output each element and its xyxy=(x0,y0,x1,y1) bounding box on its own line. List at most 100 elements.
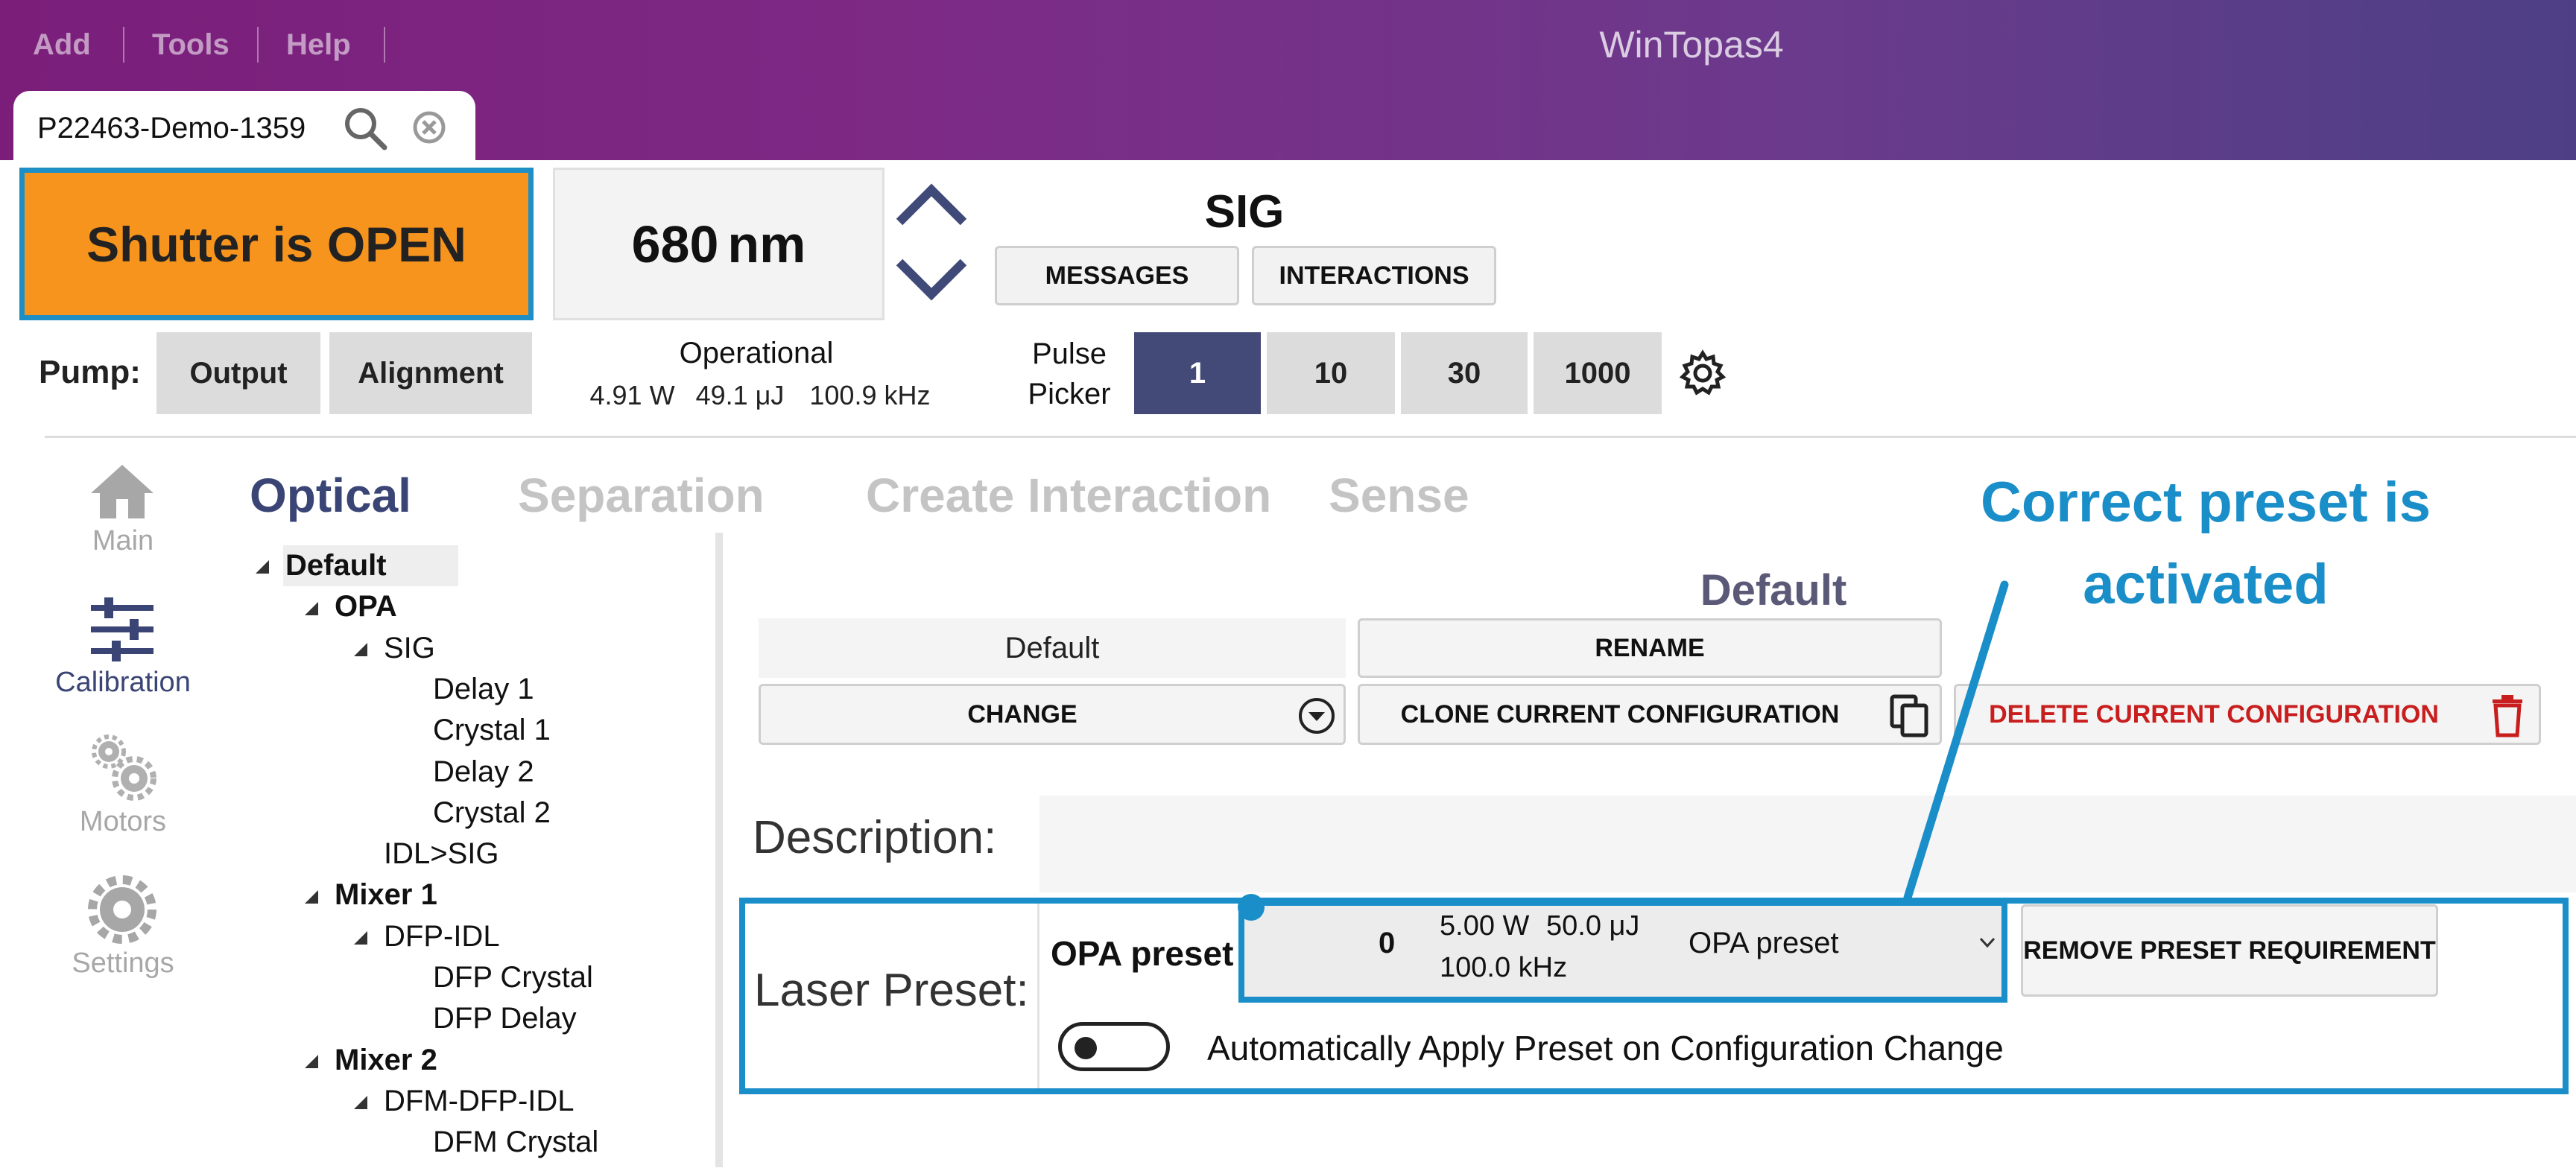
tab-create-interaction[interactable]: Create Interaction xyxy=(866,466,1271,525)
tree-node[interactable]: DFP Delay xyxy=(403,998,577,1039)
description-label: Description: xyxy=(753,812,997,863)
tree-node[interactable]: Mixer 1 xyxy=(305,875,437,915)
menu-separator xyxy=(257,27,259,63)
clone-configuration-button[interactable]: CLONE CURRENT CONFIGURATION xyxy=(1358,684,1942,745)
menu-separator xyxy=(384,27,385,63)
tree-node-label: Mixer 2 xyxy=(335,1043,437,1076)
annotation-pointer-dot xyxy=(1238,894,1265,921)
tab-sense[interactable]: Sense xyxy=(1329,466,1469,525)
tree-node[interactable]: Delay 1 xyxy=(403,669,534,710)
tree-node[interactable]: DFM Crystal xyxy=(403,1122,598,1163)
gear-icon[interactable] xyxy=(88,875,156,944)
expand-arrow-icon[interactable] xyxy=(354,931,367,945)
shutter-button[interactable]: Shutter is OPEN xyxy=(19,168,534,320)
tree-node[interactable]: DFP Crystal xyxy=(403,957,593,998)
pulse-picker-option-30[interactable]: 30 xyxy=(1401,332,1528,414)
tree-node[interactable]: Crystal 1 xyxy=(403,710,551,751)
tab-optical[interactable]: Optical xyxy=(250,466,411,525)
tree-scrollbar[interactable] xyxy=(715,533,723,1167)
sliders-icon[interactable] xyxy=(88,596,156,663)
tree-node[interactable]: Crystal 2 xyxy=(403,793,551,834)
sidebar-item-motors[interactable]: Motors xyxy=(37,806,209,838)
tab-separation[interactable]: Separation xyxy=(518,466,765,525)
expand-arrow-icon[interactable] xyxy=(305,1055,318,1069)
tree-node[interactable]: Mixer 2 xyxy=(305,1040,437,1081)
tree-node-label: Delay 2 xyxy=(433,755,534,788)
pulse-picker-label: Pulse Picker xyxy=(1025,334,1114,414)
sidebar-item-calibration[interactable]: Calibration xyxy=(37,667,209,699)
pump-frequency: 100.9 kHz xyxy=(809,380,931,410)
tree-node[interactable]: OPA xyxy=(305,586,397,627)
menu-help[interactable]: Help xyxy=(286,22,351,67)
pump-alignment-button[interactable]: Alignment xyxy=(329,332,532,414)
tree-node[interactable]: Default xyxy=(256,545,387,586)
sidebar-item-settings[interactable]: Settings xyxy=(37,948,209,980)
home-icon[interactable] xyxy=(88,462,156,521)
remove-preset-requirement-button[interactable]: REMOVE PRESET REQUIREMENT xyxy=(2021,904,2438,997)
gears-icon[interactable] xyxy=(88,734,159,801)
tree-node[interactable]: DFM-DFP-IDL xyxy=(354,1081,575,1122)
menu-separator xyxy=(123,27,124,63)
tree-node-label: DFP Delay xyxy=(433,1002,577,1035)
expand-arrow-icon[interactable] xyxy=(354,643,367,657)
tree-node-label: SIG xyxy=(384,631,435,664)
expand-arrow-icon[interactable] xyxy=(305,889,318,904)
tree-node-label: Default xyxy=(285,549,387,582)
tree-node-label: DFM-DFP-IDL xyxy=(384,1084,575,1117)
expand-arrow-icon[interactable] xyxy=(256,560,269,574)
preset-frequency: 100.0 kHz xyxy=(1440,952,1568,983)
chevron-down-icon[interactable] xyxy=(890,253,972,305)
tree-node[interactable]: DFP-IDL xyxy=(354,916,500,957)
search-icon[interactable] xyxy=(341,104,390,153)
change-configuration-dropdown[interactable]: CHANGE xyxy=(759,684,1346,745)
tree-node-label: Mixer 1 xyxy=(335,878,437,912)
delete-configuration-button[interactable]: DELETE CURRENT CONFIGURATION xyxy=(1954,684,2541,745)
copy-icon xyxy=(1889,694,1931,738)
chevron-down-icon xyxy=(1976,928,1999,958)
tree-node-label: Crystal 1 xyxy=(433,714,551,747)
preset-select-dropdown[interactable]: 0 5.00 W 50.0 μJ 100.0 kHz OPA preset xyxy=(1238,900,2007,1003)
tree-node-label: DFP Crystal xyxy=(433,961,593,994)
pulse-picker-settings-gear-icon[interactable] xyxy=(1678,349,1727,398)
expand-arrow-icon[interactable] xyxy=(354,1096,367,1110)
preset-energy: 50.0 μJ xyxy=(1546,910,1640,942)
toggle-knob xyxy=(1075,1037,1097,1059)
annotation-line1: Correct preset is xyxy=(1980,471,2431,534)
description-field[interactable] xyxy=(1039,796,2576,892)
chevron-down-circle-icon xyxy=(1297,696,1336,735)
preset-dropdown-value: OPA preset xyxy=(1689,927,1839,959)
rename-button[interactable]: RENAME xyxy=(1358,618,1942,678)
operational-values: 4.91 W 49.1 μJ 100.9 kHz xyxy=(574,376,946,415)
chevron-up-icon[interactable] xyxy=(890,179,972,231)
interactions-button[interactable]: INTERACTIONS xyxy=(1252,246,1496,305)
menu-add[interactable]: Add xyxy=(33,22,91,67)
tree-node-label: Crystal 2 xyxy=(433,796,551,829)
pump-output-button[interactable]: Output xyxy=(156,332,320,414)
wavelength-unit: nm xyxy=(727,215,806,273)
delete-label: DELETE CURRENT CONFIGURATION xyxy=(1989,700,2439,729)
close-tab-icon[interactable] xyxy=(412,110,446,145)
pump-label: Pump: xyxy=(39,354,141,390)
wavelength-display[interactable]: 680 nm xyxy=(553,168,884,320)
pump-power: 4.91 W xyxy=(589,380,675,410)
expand-arrow-icon[interactable] xyxy=(305,601,318,615)
tree-node[interactable]: SIG xyxy=(354,628,435,669)
pulse-picker-option-1[interactable]: 1 xyxy=(1134,332,1261,414)
tree-node[interactable]: IDL>SIG xyxy=(354,834,499,875)
sidebar-item-main[interactable]: Main xyxy=(37,525,209,557)
change-label: CHANGE xyxy=(967,700,1077,729)
annotation-line2: activated xyxy=(2083,553,2329,616)
tree-node-label: IDL>SIG xyxy=(384,837,499,871)
messages-button[interactable]: MESSAGES xyxy=(995,246,1239,305)
laser-preset-divider xyxy=(1037,904,1039,1088)
wavelength-value: 680 xyxy=(631,215,719,273)
pulse-picker-label-line1: Pulse xyxy=(1031,337,1107,370)
config-name-field[interactable]: Default xyxy=(759,618,1346,678)
pulse-picker-option-1000[interactable]: 1000 xyxy=(1534,332,1662,414)
tree-node[interactable]: Delay 2 xyxy=(403,752,534,793)
interaction-name: SIG xyxy=(1204,186,1285,238)
pulse-picker-option-10[interactable]: 10 xyxy=(1267,332,1395,414)
preset-name-label: OPA preset xyxy=(1051,934,1234,973)
tab-title: P22463-Demo-1359 xyxy=(37,112,306,145)
menu-tools[interactable]: Tools xyxy=(152,22,230,67)
